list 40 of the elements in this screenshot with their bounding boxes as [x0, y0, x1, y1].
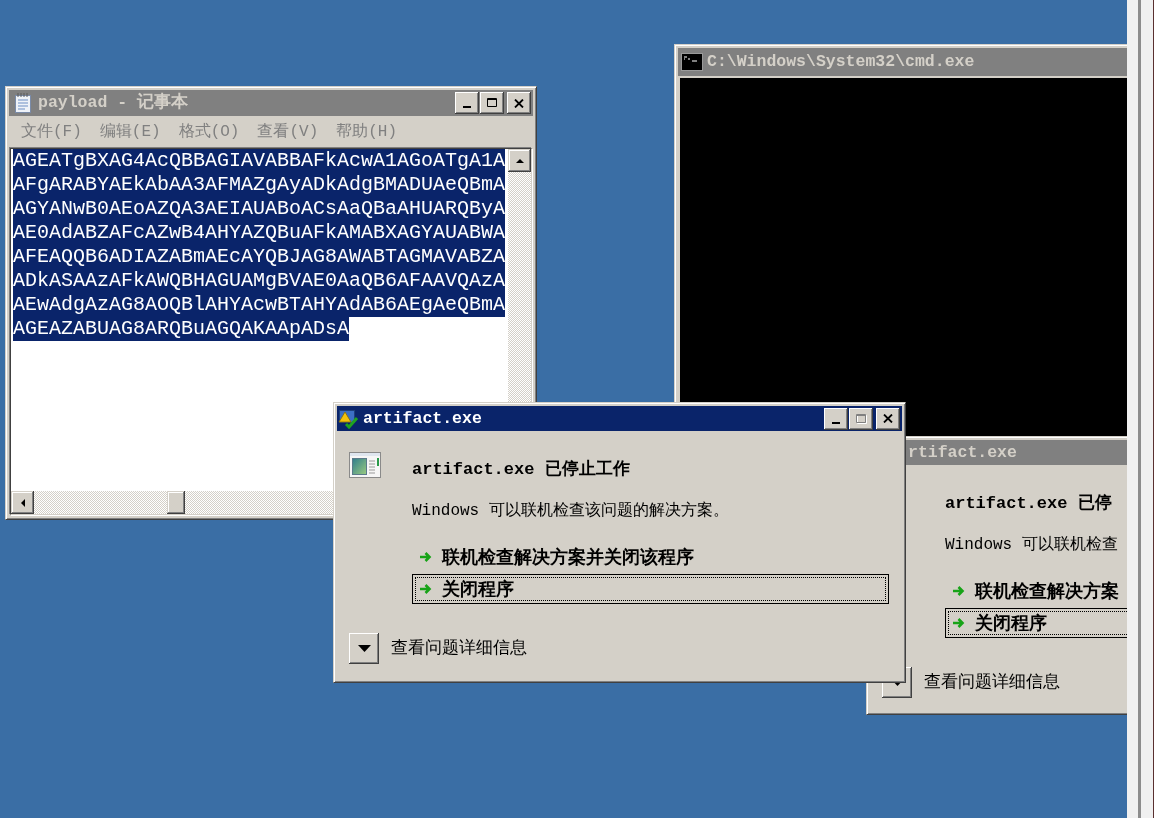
caret-up-icon [515, 158, 524, 163]
close-icon [883, 414, 893, 423]
command-link[interactable]: 联机检查解决方案并关闭该程序 [412, 544, 694, 570]
close-button[interactable] [507, 92, 531, 114]
window-title: artifact.exe [363, 408, 482, 429]
console-icon [681, 53, 703, 71]
minimize-icon [832, 421, 840, 424]
minimize-button[interactable] [824, 407, 848, 430]
window-title: rtifact.exe [908, 442, 1017, 463]
maximize-icon [486, 98, 498, 108]
command-link[interactable]: 联机检查解决方案 [945, 578, 1119, 604]
close-button[interactable] [876, 407, 900, 430]
dialog-message: Windows 可以联机检查 [945, 535, 1118, 555]
program-window-icon [349, 452, 381, 478]
close-icon [514, 98, 524, 108]
details-toggle-button[interactable] [349, 633, 379, 664]
scroll-left-button[interactable] [11, 491, 34, 514]
details-label: 查看问题详细信息 [924, 672, 1060, 693]
window-title: C:\Windows\System32\cmd.exe [707, 52, 975, 72]
minimize-button[interactable] [455, 92, 479, 114]
dialog-message: Windows 可以联机检查该问题的解决方案。 [412, 501, 729, 521]
minimize-icon [463, 106, 471, 108]
window-title: payload - 记事本 [38, 93, 189, 113]
command-link[interactable]: 关闭程序 [945, 608, 1127, 638]
maximize-button[interactable] [480, 92, 504, 114]
right-arrow-icon [952, 585, 966, 597]
command-link[interactable]: 关闭程序 [412, 574, 889, 604]
right-arrow-icon [419, 583, 433, 595]
window-warning-icon [337, 407, 359, 430]
dialog-heading: artifact.exe 已停止工作 [412, 460, 630, 480]
maximize-icon [855, 413, 867, 424]
caret-down-icon [357, 645, 371, 652]
dialog-heading: artifact.exe 已停 [945, 494, 1112, 514]
details-label: 查看问题详细信息 [391, 638, 527, 659]
scroll-up-button[interactable] [508, 149, 531, 172]
right-arrow-icon [419, 551, 433, 563]
caret-left-icon [20, 498, 25, 507]
scrollbar-thumb[interactable] [167, 491, 185, 514]
notepad-icon [12, 93, 34, 113]
right-arrow-icon [952, 617, 966, 629]
